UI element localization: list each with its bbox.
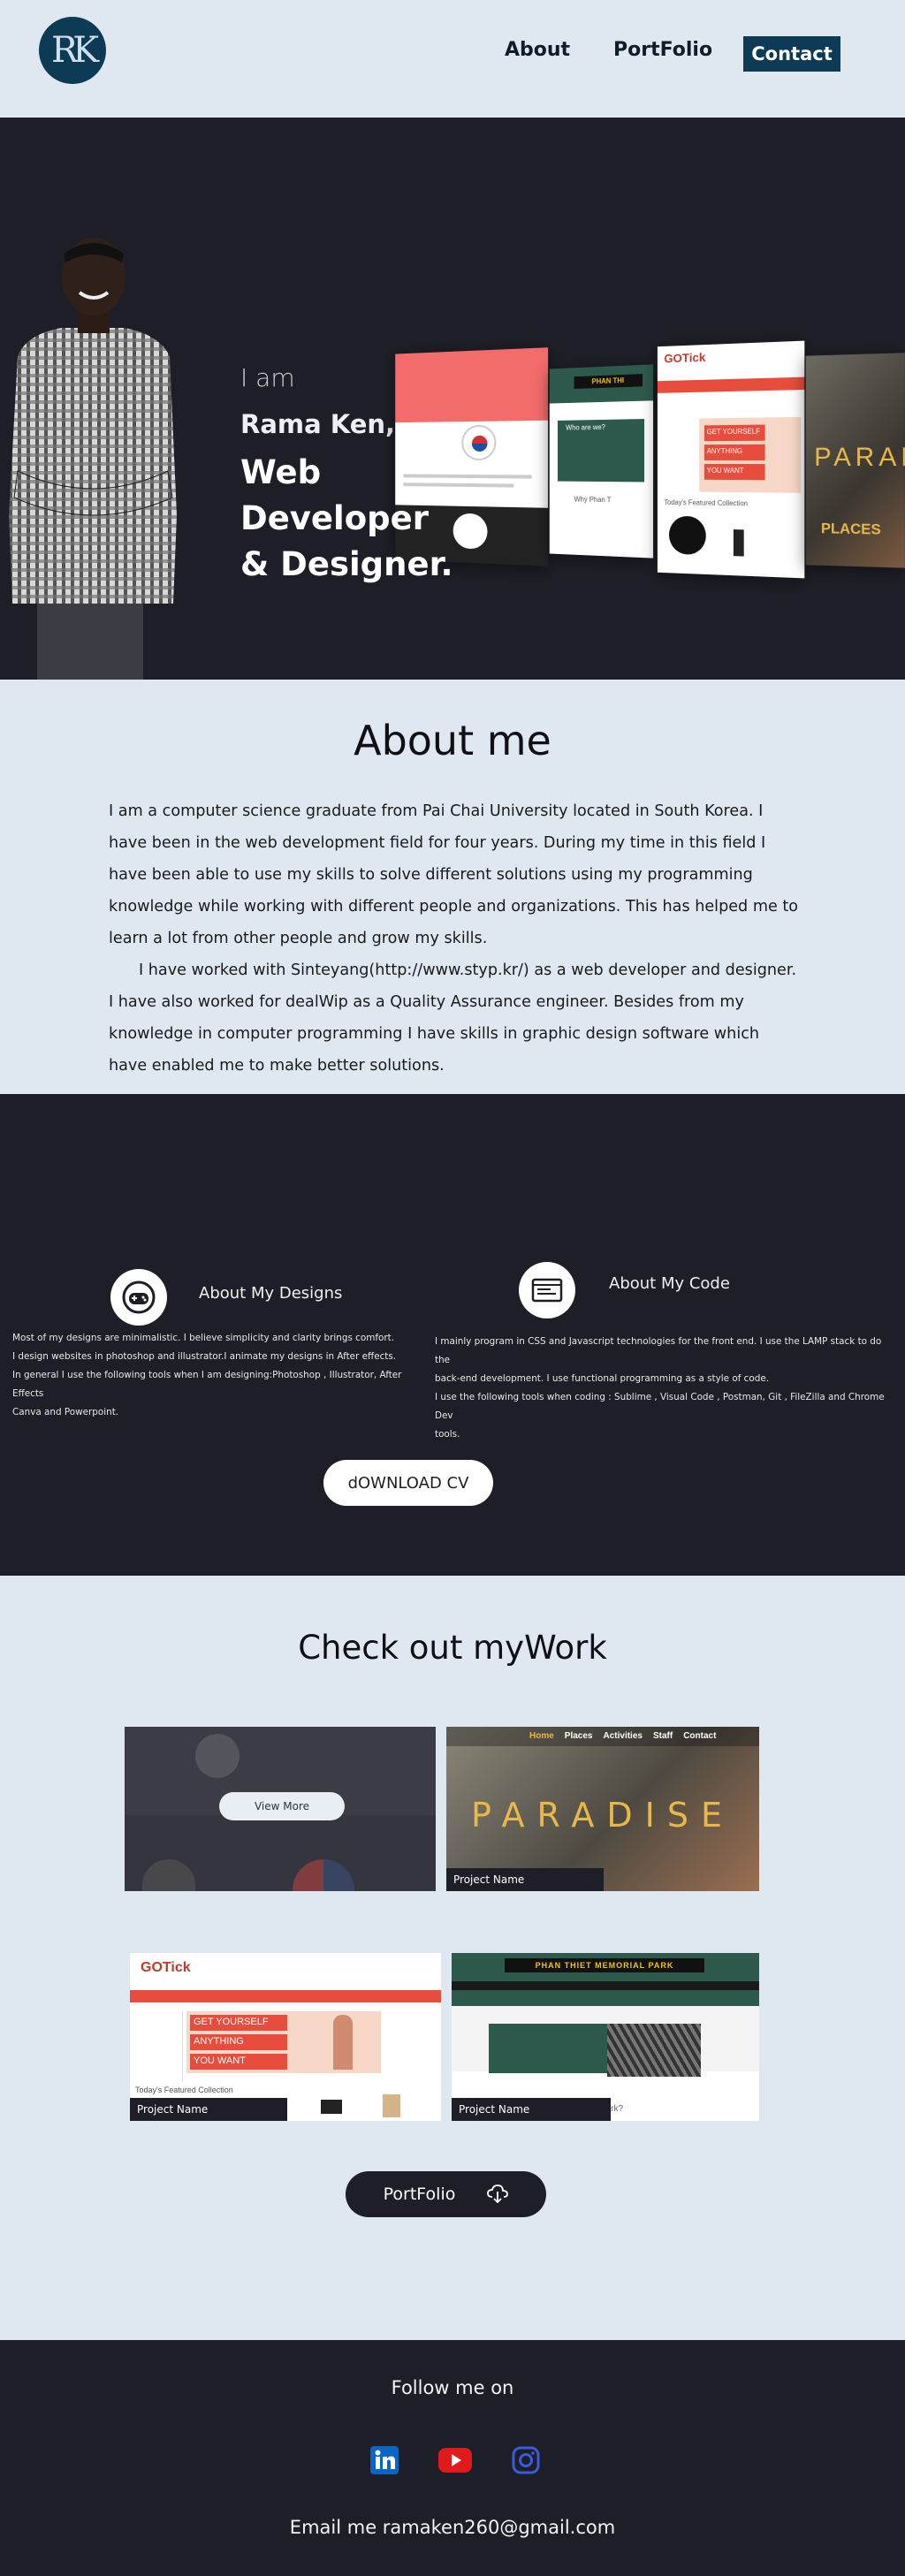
code-window-icon: [519, 1262, 575, 1318]
linkedin-icon[interactable]: [369, 2444, 400, 2476]
designs-text: Most of my designs are minimalistic. I b…: [12, 1329, 410, 1422]
project-card-2-label: Project Name: [446, 1868, 604, 1891]
designs-line-1: Most of my designs are minimalistic. I b…: [12, 1333, 395, 1343]
hero-section: I am Rama Ken, Web Developer & Designer.…: [0, 118, 905, 680]
email-contact[interactable]: Email me ramaken260@gmail.com: [0, 2517, 905, 2538]
hero-screen-paradise-word: PARADISE: [814, 442, 905, 473]
hero-screen-gotick-brand: GOTick: [664, 350, 706, 366]
project-card-1[interactable]: View More: [125, 1727, 436, 1891]
nav-contact-button[interactable]: Contact: [743, 36, 840, 72]
hero-role-line-1: Web Developer: [240, 453, 429, 537]
paradise-menu-contact[interactable]: Contact: [683, 1731, 716, 1741]
project-card-4-label: Project Name: [452, 2098, 611, 2121]
nav-about-link[interactable]: About: [505, 39, 570, 61]
work-section: Check out myWork View More Home Places A…: [0, 1576, 905, 2340]
hero-screen-section: Today's Featured Collection: [664, 498, 749, 508]
view-more-button[interactable]: View More: [219, 1792, 345, 1820]
about-section: About me I am a computer science graduat…: [0, 680, 905, 1094]
hero-role-line-2: & Designer.: [240, 545, 453, 583]
portfolio-button-label: PortFolio: [383, 2185, 456, 2204]
follow-title: Follow me on: [391, 2377, 514, 2398]
about-text: I am a computer science graduate from Pa…: [109, 795, 802, 1082]
hero-screen-banner-3: YOU WANT: [703, 463, 765, 481]
code-line-4: tools.: [435, 1429, 460, 1440]
designs-line-4: Canva and Powerpoint.: [12, 1407, 119, 1417]
gotick-banner-3: YOU WANT: [190, 2054, 287, 2070]
hero-screen-why-phan: Why Phan T: [574, 495, 612, 505]
gamepad-icon: [110, 1269, 167, 1326]
skills-section: About My Designs Most of my designs are …: [0, 1094, 905, 1576]
hero-screenshot-4: PARADISE PLACES: [805, 353, 905, 568]
hero-name: Rama Ken,: [240, 409, 396, 439]
designs-line-3: In general I use the following tools whe…: [12, 1370, 402, 1399]
nav-portfolio-link[interactable]: PortFolio: [613, 39, 712, 61]
about-title: About me: [354, 717, 551, 764]
code-line-3: I use the following tools when coding : …: [435, 1392, 885, 1421]
paradise-menu-home[interactable]: Home: [529, 1731, 554, 1741]
gotick-banner-1: GET YOURSELF: [190, 2015, 287, 2031]
project-card-3-label: Project Name: [130, 2098, 287, 2121]
instagram-icon[interactable]: [510, 2444, 542, 2476]
paradise-word: PARADISE: [471, 1796, 734, 1835]
hero-screen-banner-2: ANYTHING: [703, 444, 765, 461]
logo[interactable]: RK: [39, 17, 106, 84]
portfolio-button[interactable]: PortFolio: [346, 2171, 546, 2217]
gotick-brand: GOTick: [141, 1960, 191, 1975]
logo-text: RK: [51, 30, 99, 71]
designs-line-2: I design websites in photoshop and illus…: [12, 1351, 397, 1362]
top-navigation: RK About PortFolio Contact: [0, 0, 905, 118]
profile-photo: [9, 238, 177, 680]
hero-intro: I am: [240, 363, 295, 392]
gotick-banner-2: ANYTHING: [190, 2034, 287, 2050]
cloud-download-icon: [487, 2185, 509, 2204]
designs-title: About My Designs: [199, 1284, 343, 1303]
project-card-3[interactable]: GOTick GET YOURSELF ANYTHING YOU WANT To…: [130, 1953, 441, 2121]
about-paragraph-2: I have worked with Sinteyang(http://www.…: [109, 961, 797, 1075]
gotick-section: Today's Featured Collection: [135, 2086, 233, 2094]
footer: Follow me on Email me ramaken260@gmail.c…: [0, 2340, 905, 2576]
hero-screen-places: PLACES: [820, 520, 881, 538]
paradise-menu-activities[interactable]: Activities: [604, 1731, 643, 1741]
hero-screen-memorial-title: PHAN THI: [574, 374, 643, 390]
about-paragraph-1: I am a computer science graduate from Pa…: [109, 802, 799, 947]
code-text: I mainly program in CSS and Javascript t…: [435, 1333, 894, 1444]
download-cv-button[interactable]: dOWNLOAD CV: [323, 1460, 493, 1506]
project-card-4[interactable]: PHAN THIET MEMORIAL PARK Memorial Park? …: [452, 1953, 759, 2121]
hero-role: Web Developer & Designer.: [240, 450, 506, 588]
hero-screenshot-2: PHAN THI Who are we? Why Phan T: [549, 364, 654, 559]
code-line-1: I mainly program in CSS and Javascript t…: [435, 1336, 882, 1365]
paradise-menu-places[interactable]: Places: [565, 1731, 593, 1741]
hero-screenshot-3: GOTick GET YOURSELF ANYTHING YOU WANT To…: [657, 340, 805, 579]
hero-screen-banner-1: GET YOURSELF: [703, 424, 765, 442]
work-title: Check out myWork: [298, 1629, 607, 1667]
project-card-2[interactable]: Home Places Activities Staff Contact PAR…: [446, 1727, 759, 1891]
paradise-menu: Home Places Activities Staff Contact: [529, 1731, 716, 1741]
code-line-2: back-end development. I use functional p…: [435, 1373, 770, 1384]
paradise-menu-staff[interactable]: Staff: [653, 1731, 673, 1741]
memorial-title: PHAN THIET MEMORIAL PARK: [505, 1958, 704, 1972]
youtube-icon[interactable]: [437, 2444, 474, 2476]
hero-screen-who-are-we: Who are we?: [566, 422, 605, 432]
code-title: About My Code: [609, 1274, 730, 1293]
